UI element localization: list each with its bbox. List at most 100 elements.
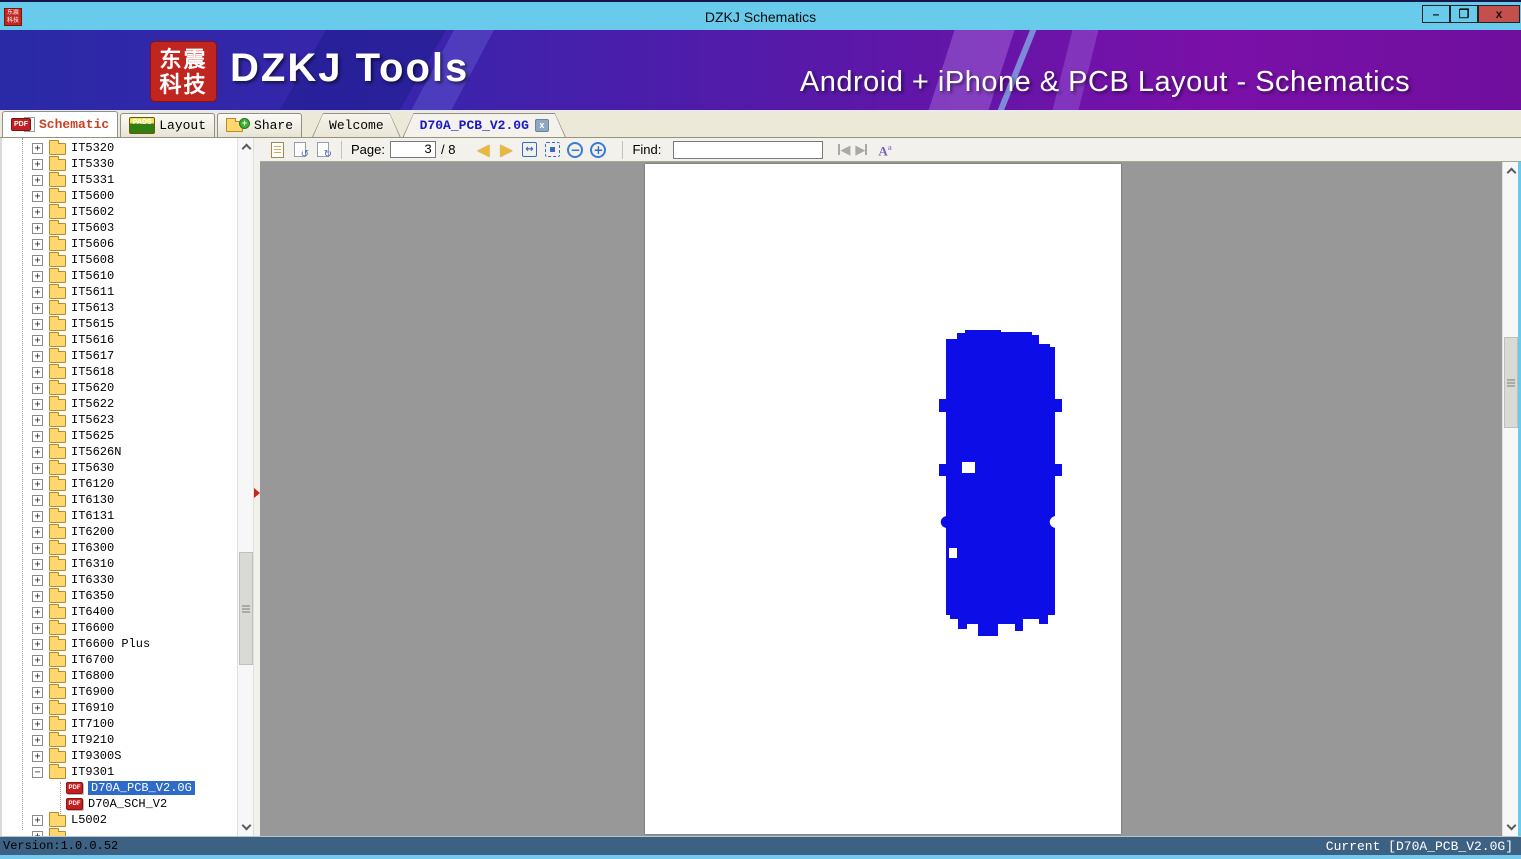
expand-icon[interactable]: + xyxy=(32,686,43,698)
expand-icon[interactable]: + xyxy=(32,270,43,282)
expand-icon[interactable]: + xyxy=(32,350,43,362)
tree-item-folder[interactable]: + IT9300S xyxy=(2,748,237,764)
tree-item-folder[interactable]: + IT6131 xyxy=(2,508,237,524)
tree-item-folder[interactable]: + IT5613 xyxy=(2,300,237,316)
tree-item-folder[interactable]: + IT5626N xyxy=(2,444,237,460)
viewer-scrollbar-thumb[interactable] xyxy=(1504,337,1518,428)
maximize-button[interactable]: ❐ xyxy=(1450,5,1478,23)
tab-schematic[interactable]: PDF Schematic xyxy=(2,111,119,137)
expand-icon[interactable]: + xyxy=(32,366,43,378)
doc-tab-welcome[interactable]: Welcome xyxy=(312,113,401,137)
tree-item-folder[interactable]: + IT5610 xyxy=(2,268,237,284)
zoom-out-button[interactable]: − xyxy=(566,141,584,159)
expand-icon[interactable]: + xyxy=(32,462,43,474)
close-tab-icon[interactable]: x xyxy=(535,119,549,132)
tree-item-folder[interactable]: + IT5331 xyxy=(2,172,237,188)
viewer-scrollbar[interactable] xyxy=(1502,162,1519,836)
tree-item-folder[interactable]: + IT5617 xyxy=(2,348,237,364)
tree-item-document[interactable]: PDF D70A_SCH_V2 xyxy=(2,796,237,812)
expand-icon[interactable]: + xyxy=(32,158,43,170)
expand-icon[interactable]: + xyxy=(32,542,43,554)
expand-icon[interactable]: + xyxy=(32,638,43,650)
tree-item-folder[interactable]: + IT5615 xyxy=(2,316,237,332)
rotate-right-button[interactable]: ↻ xyxy=(314,141,332,160)
tree-item-folder[interactable]: + L5002 xyxy=(2,812,237,828)
page-number-input[interactable] xyxy=(389,141,436,158)
expand-icon[interactable]: + xyxy=(32,478,43,490)
tree-item-folder[interactable]: + IT6330 xyxy=(2,572,237,588)
expand-icon[interactable]: + xyxy=(32,254,43,266)
expand-icon[interactable]: + xyxy=(32,750,43,762)
tree-item-folder[interactable]: + IT5330 xyxy=(2,156,237,172)
expand-icon[interactable]: + xyxy=(32,718,43,730)
tree-item-folder[interactable]: + IT7100 xyxy=(2,716,237,732)
tree-item-folder[interactable]: + IT5611 xyxy=(2,284,237,300)
tree-item-folder[interactable]: + IT5320 xyxy=(2,140,237,156)
tree-item-folder[interactable]: + IT5630 xyxy=(2,460,237,476)
expand-icon[interactable]: + xyxy=(32,814,43,826)
expand-icon[interactable]: + xyxy=(32,494,43,506)
tree-item-folder[interactable]: + IT5616 xyxy=(2,332,237,348)
expand-icon[interactable]: + xyxy=(32,398,43,410)
find-next-button[interactable]: ▶ xyxy=(855,142,868,158)
expand-icon[interactable]: + xyxy=(32,222,43,234)
expand-icon[interactable]: + xyxy=(32,574,43,586)
find-previous-button[interactable]: ◀ xyxy=(838,142,850,158)
doc-tab-current[interactable]: D70A_PCB_V2.0G x xyxy=(403,113,566,137)
scroll-down-icon[interactable] xyxy=(238,819,253,836)
expand-icon[interactable]: + xyxy=(32,526,43,538)
find-input[interactable] xyxy=(673,140,824,159)
expand-icon[interactable]: + xyxy=(32,734,43,746)
tree-item-folder[interactable]: + IT5622 xyxy=(2,396,237,412)
tree-item-folder[interactable]: + IT6900 xyxy=(2,684,237,700)
expand-icon[interactable]: + xyxy=(32,510,43,522)
match-case-button[interactable]: Aa xyxy=(878,141,891,157)
tree-item-folder[interactable]: + IT6400 xyxy=(2,604,237,620)
fit-width-button[interactable]: ↔ xyxy=(520,141,538,159)
tree-item-folder[interactable]: + IT6700 xyxy=(2,652,237,668)
expand-icon[interactable]: + xyxy=(32,670,43,682)
tree-item-folder[interactable]: + IT5618 xyxy=(2,364,237,380)
scroll-up-icon[interactable] xyxy=(1503,162,1519,179)
tree-item-folder[interactable]: + xyxy=(2,828,237,836)
expand-icon[interactable]: + xyxy=(32,654,43,666)
tree-item-document[interactable]: PDF D70A_PCB_V2.0G xyxy=(2,780,237,796)
expand-icon[interactable]: + xyxy=(32,622,43,634)
tree-scrollbar-thumb[interactable] xyxy=(239,552,253,665)
tree-item-folder[interactable]: + IT6600 xyxy=(2,620,237,636)
tree-item-folder[interactable]: − IT9301 xyxy=(2,764,237,780)
tree-item-folder[interactable]: + IT5606 xyxy=(2,236,237,252)
tree-item-folder[interactable]: + IT6300 xyxy=(2,540,237,556)
tree-item-folder[interactable]: + IT5600 xyxy=(2,188,237,204)
expand-icon[interactable]: + xyxy=(32,590,43,602)
expand-icon[interactable]: + xyxy=(32,238,43,250)
previous-page-button[interactable]: ◀ xyxy=(474,141,492,159)
tree-item-folder[interactable]: + IT6120 xyxy=(2,476,237,492)
tree-item-folder[interactable]: + IT6200 xyxy=(2,524,237,540)
close-button[interactable]: x xyxy=(1478,5,1520,23)
expand-icon[interactable]: + xyxy=(32,414,43,426)
tree-item-folder[interactable]: + IT5603 xyxy=(2,220,237,236)
tree-item-folder[interactable]: + IT6600 Plus xyxy=(2,636,237,652)
expand-icon[interactable]: + xyxy=(32,702,43,714)
expand-icon[interactable]: + xyxy=(32,430,43,442)
tab-layout[interactable]: PADS Layout xyxy=(120,113,216,137)
expand-icon[interactable]: + xyxy=(32,302,43,314)
tree-scrollbar[interactable] xyxy=(237,138,253,836)
tree-item-folder[interactable]: + IT5608 xyxy=(2,252,237,268)
expand-icon[interactable]: + xyxy=(32,174,43,186)
expand-icon[interactable]: + xyxy=(32,446,43,458)
minimize-button[interactable]: – xyxy=(1422,5,1450,23)
expand-icon[interactable]: + xyxy=(32,334,43,346)
fit-page-button[interactable] xyxy=(543,141,561,159)
tree-item-folder[interactable]: + IT5625 xyxy=(2,428,237,444)
zoom-in-button[interactable]: + xyxy=(589,141,607,159)
tree-item-folder[interactable]: + IT5623 xyxy=(2,412,237,428)
tree-item-folder[interactable]: + IT6800 xyxy=(2,668,237,684)
tree-item-folder[interactable]: + IT5602 xyxy=(2,204,237,220)
panel-splitter[interactable] xyxy=(253,138,260,836)
tree-item-folder[interactable]: + IT6130 xyxy=(2,492,237,508)
expand-icon[interactable]: + xyxy=(32,318,43,330)
scroll-up-icon[interactable] xyxy=(238,138,253,155)
tree-item-folder[interactable]: + IT6310 xyxy=(2,556,237,572)
